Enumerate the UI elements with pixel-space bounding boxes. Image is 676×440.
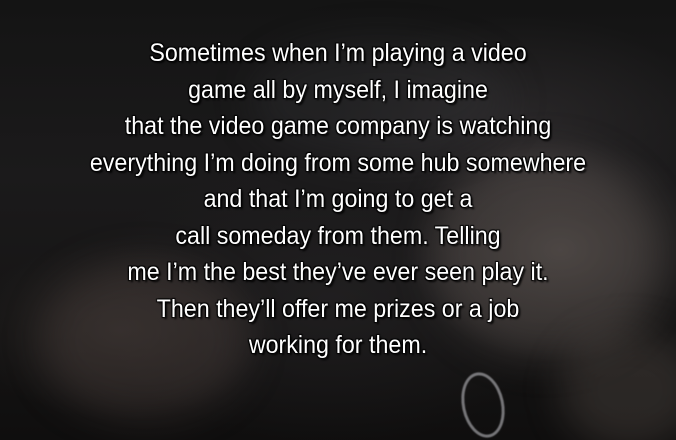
quote-line: working for them. (248, 331, 428, 359)
quote-line: everything I’m doing from some hub somew… (89, 148, 587, 177)
confession-quote: Sometimes when I’m playing a video game … (24, 35, 653, 364)
quote-line: game all by myself, I imagine (188, 75, 488, 104)
background-photo: Sometimes when I’m playing a video game … (0, 0, 676, 440)
quote-line: Then they’ll offer me prizes or a job (156, 294, 520, 323)
quote-line: Sometimes when I’m playing a video (149, 39, 527, 67)
quote-line: and that I’m going to get a (203, 185, 473, 213)
quote-line: me I’m the best they’ve ever seen play i… (127, 258, 549, 286)
ring-shape (455, 368, 511, 440)
quote-line: that the video game company is watching (124, 112, 552, 140)
quote-line: call someday from them. Telling (175, 221, 501, 250)
